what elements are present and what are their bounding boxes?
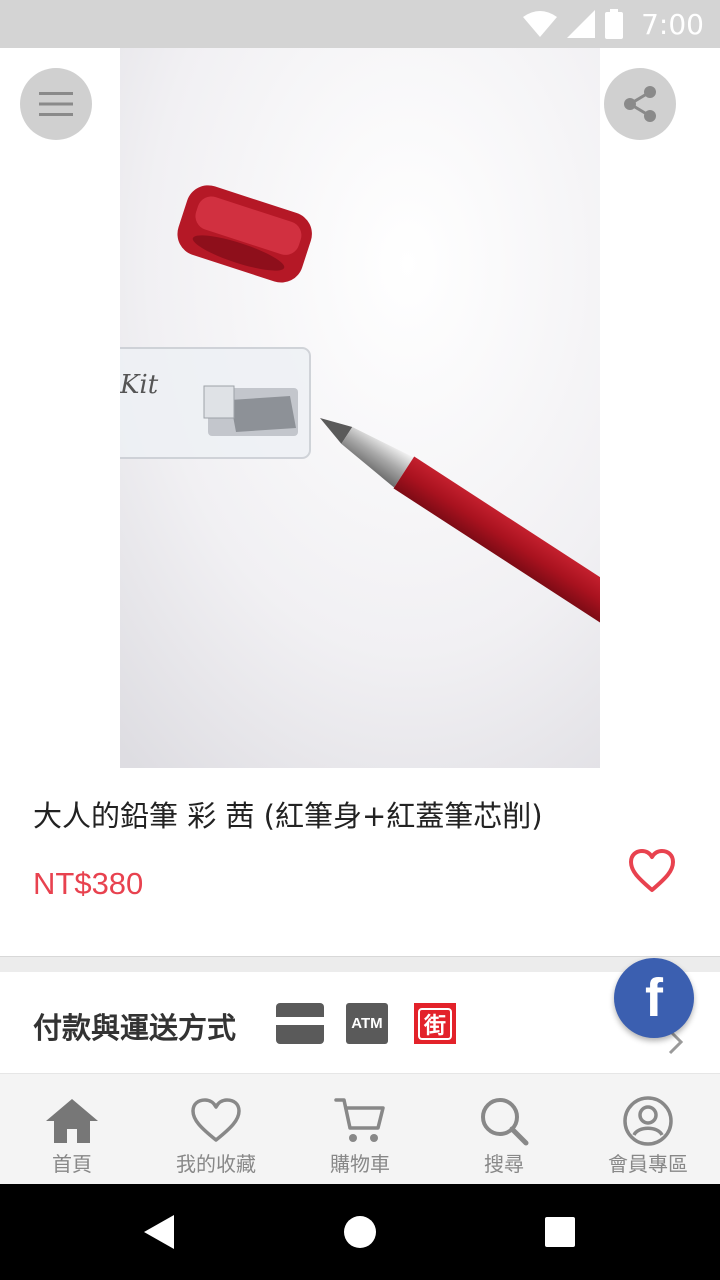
facebook-button[interactable]: f (614, 958, 694, 1038)
store-glyph: 街 (423, 1013, 446, 1039)
battery-icon (605, 9, 624, 39)
nav-label-search: 搜尋 (484, 1152, 524, 1176)
recents-button[interactable] (545, 1217, 575, 1247)
back-icon[interactable] (142, 1214, 176, 1250)
product-title: 大人的鉛筆 彩 茜 (紅筆身+紅蓋筆芯削) (33, 799, 543, 833)
product-image: Kit (120, 48, 600, 768)
credit-card-icon (276, 1003, 324, 1048)
payment-shipping-title[interactable]: 付款與運送方式 (33, 1005, 236, 1047)
status-time: 7:00 (641, 7, 704, 41)
nav-favorites[interactable]: 我的收藏 (144, 1074, 288, 1184)
svg-text:Kit: Kit (120, 370, 159, 400)
nav-label-favorites: 我的收藏 (176, 1152, 256, 1176)
user-icon (623, 1096, 673, 1146)
heart-icon (191, 1098, 241, 1142)
wifi-icon (523, 11, 558, 37)
nav-cart[interactable]: 購物車 (288, 1074, 432, 1184)
nav-label-home: 首頁 (52, 1152, 92, 1176)
share-icon (624, 86, 656, 122)
hamburger-icon (39, 92, 73, 116)
atm-icon: ATM (346, 1003, 388, 1044)
convenience-store-icon: 街 (414, 1003, 456, 1044)
share-button[interactable] (604, 68, 676, 140)
product-price: NT$380 (33, 866, 144, 901)
nav-search[interactable]: 搜尋 (432, 1074, 576, 1184)
heart-outline-icon (629, 849, 675, 892)
home-system-button[interactable] (344, 1216, 376, 1248)
menu-button[interactable] (20, 68, 92, 140)
cart-icon (334, 1098, 385, 1142)
nav-member[interactable]: 會員專區 (576, 1074, 720, 1184)
status-bar: 7:00 (0, 0, 720, 48)
nav-label-cart: 購物車 (330, 1152, 390, 1176)
nav-home[interactable]: 首頁 (0, 1074, 144, 1184)
home-icon (46, 1099, 98, 1143)
favorite-button[interactable] (628, 848, 676, 894)
nav-label-member: 會員專區 (608, 1152, 688, 1176)
signal-icon (567, 10, 596, 38)
section-divider (0, 956, 720, 972)
search-icon (481, 1098, 529, 1146)
bottom-nav: 首頁 我的收藏 購物車 搜尋 會員專區 (0, 1073, 720, 1184)
